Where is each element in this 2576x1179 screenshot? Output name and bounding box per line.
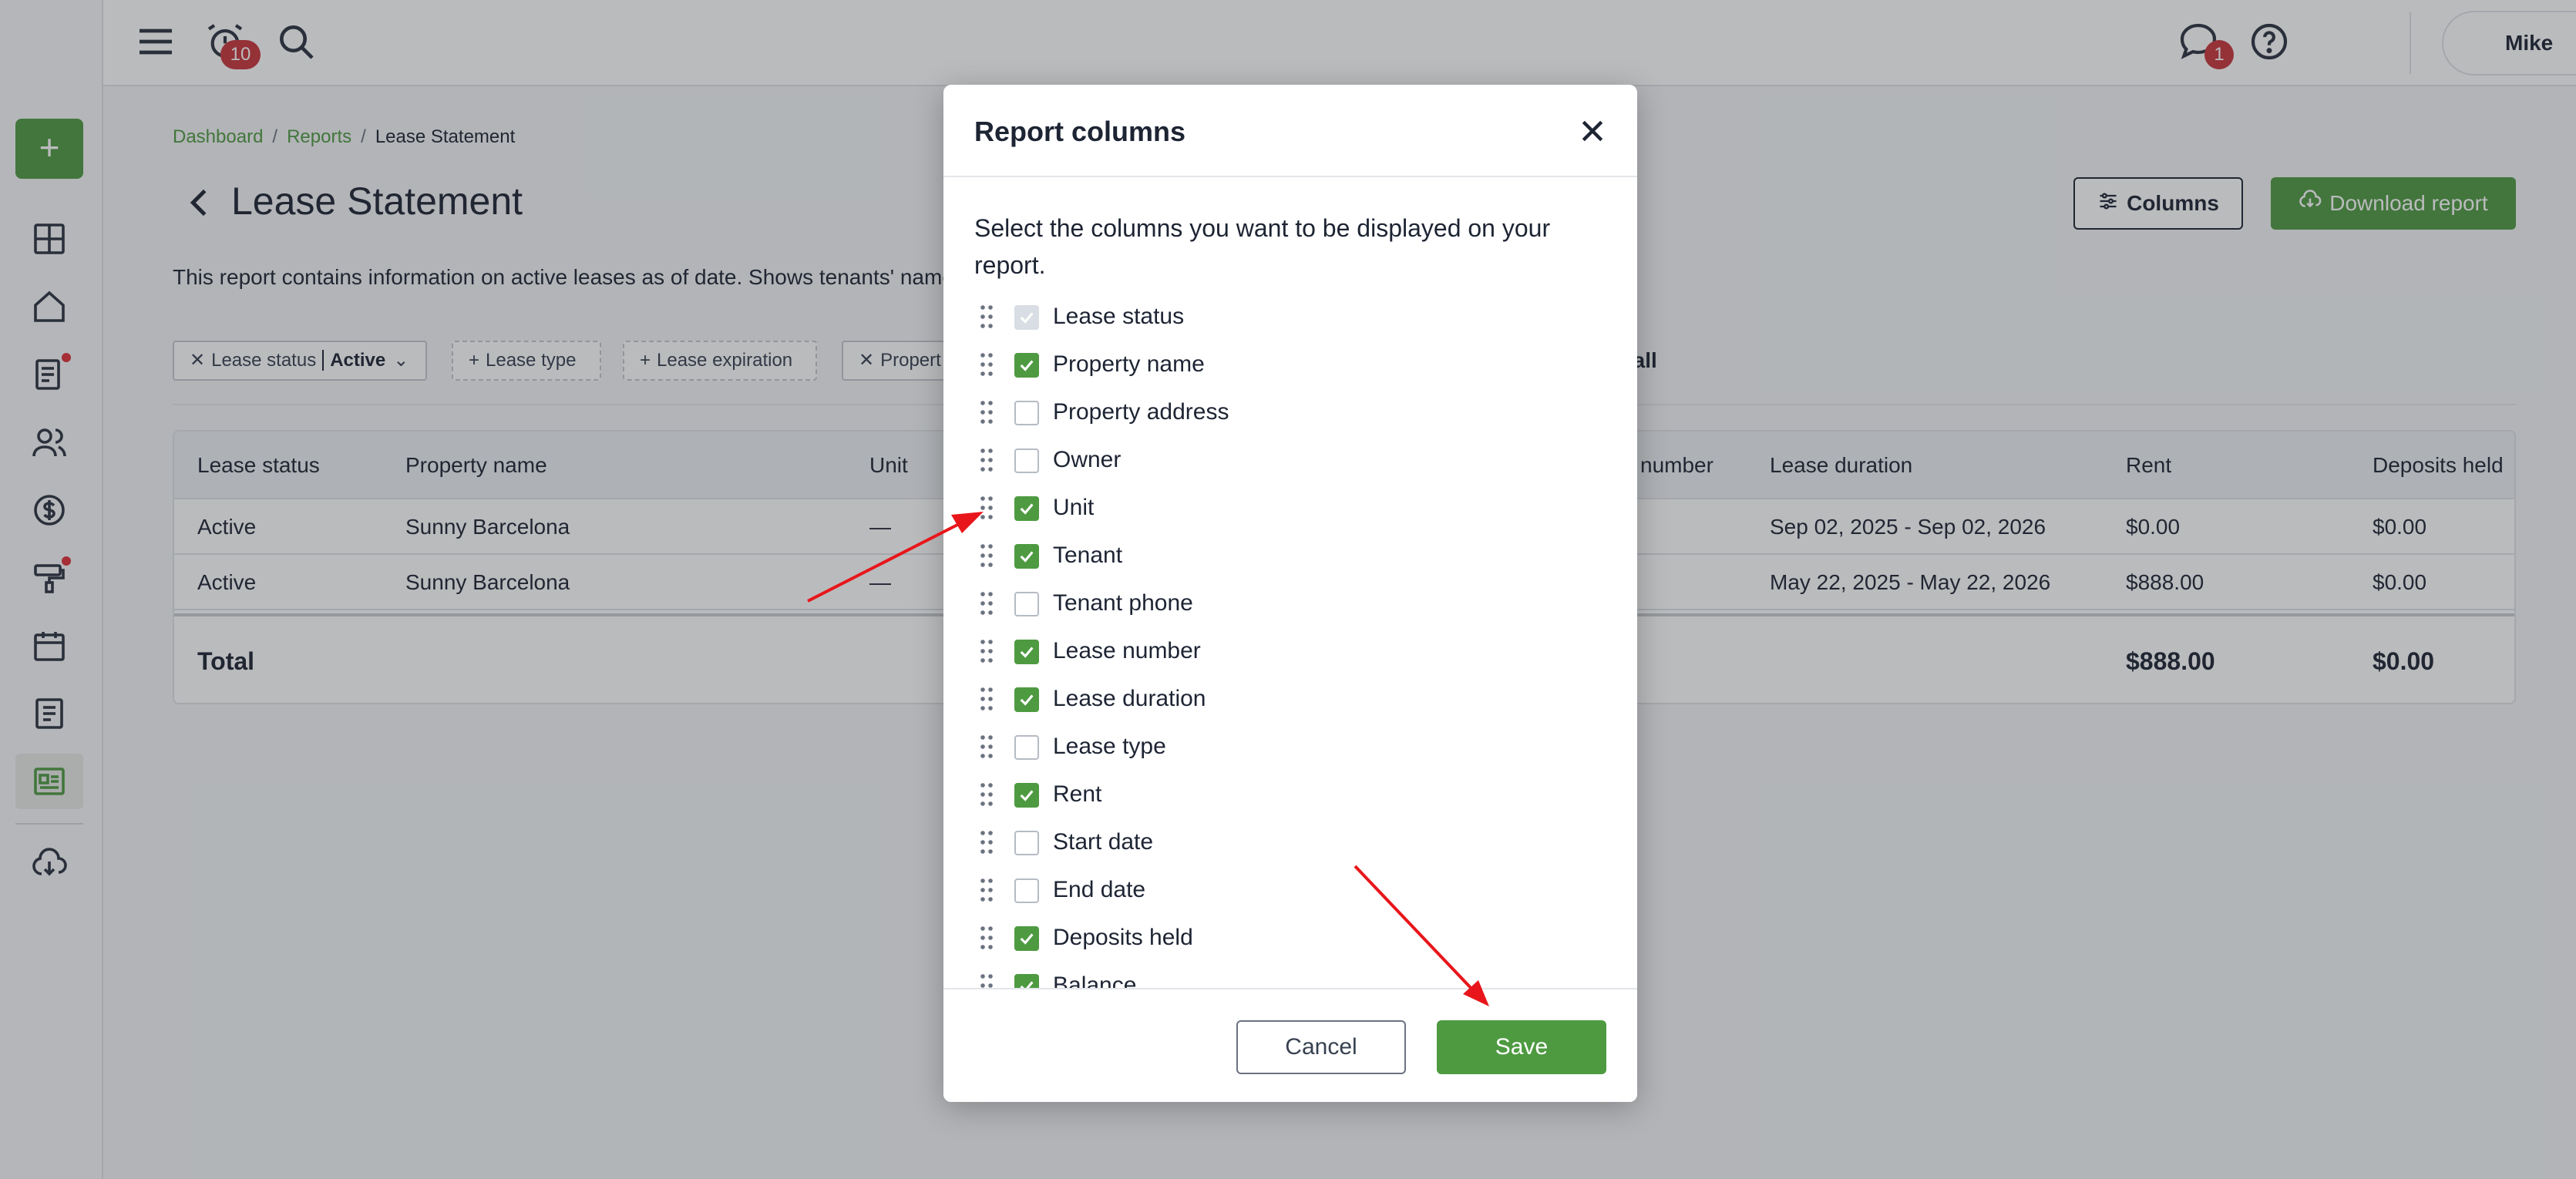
dialog-footer: Cancel Save [943, 988, 1637, 1102]
drag-handle-icon[interactable] [979, 351, 994, 378]
save-button[interactable]: Save [1437, 1020, 1606, 1074]
drag-handle-icon[interactable] [979, 590, 994, 616]
close-icon[interactable] [1577, 116, 1608, 146]
column-label: Rent [1053, 781, 1102, 807]
column-option[interactable]: Lease type [943, 723, 1637, 771]
column-option[interactable]: End date [943, 866, 1637, 914]
column-option[interactable]: Lease status [943, 293, 1637, 341]
column-option[interactable]: Rent [943, 771, 1637, 818]
column-label: Lease duration [1053, 686, 1206, 711]
drag-handle-icon[interactable] [979, 925, 994, 951]
column-option[interactable]: Tenant [943, 532, 1637, 579]
column-checkbox[interactable] [1014, 831, 1039, 855]
drag-handle-icon[interactable] [979, 399, 994, 425]
column-option[interactable]: Lease duration [943, 675, 1637, 723]
column-checkbox[interactable] [1014, 448, 1039, 473]
column-label: Unit [1053, 495, 1095, 520]
drag-handle-icon[interactable] [979, 877, 994, 903]
dialog-title: Report columns [974, 116, 1186, 147]
column-checkbox[interactable] [1014, 401, 1039, 425]
column-option[interactable]: Property name [943, 341, 1637, 388]
column-checkbox[interactable] [1014, 592, 1039, 616]
drag-handle-icon[interactable] [979, 829, 994, 855]
drag-handle-icon[interactable] [979, 781, 994, 808]
column-checkbox[interactable] [1014, 783, 1039, 808]
drag-handle-icon[interactable] [979, 686, 994, 712]
column-option[interactable]: Tenant phone [943, 579, 1637, 627]
column-label: Lease status [1053, 304, 1185, 329]
column-label: Lease type [1053, 734, 1166, 759]
column-label: End date [1053, 877, 1146, 902]
column-option[interactable]: Start date [943, 818, 1637, 866]
drag-handle-icon[interactable] [979, 447, 994, 473]
drag-handle-icon[interactable] [979, 542, 994, 569]
dialog-instruction: Select the columns you want to be displa… [974, 214, 1551, 279]
column-checkbox[interactable] [1014, 544, 1039, 569]
column-label: Lease number [1053, 638, 1201, 663]
column-checkbox[interactable] [1014, 735, 1039, 760]
column-label: Property address [1053, 399, 1229, 425]
report-columns-dialog: Report columns Select the columns you wa… [943, 85, 1637, 1102]
column-checkbox[interactable] [1014, 926, 1039, 951]
column-label: Start date [1053, 829, 1154, 855]
column-checkbox[interactable] [1014, 687, 1039, 712]
column-option[interactable]: Unit [943, 484, 1637, 532]
column-label: Tenant [1053, 542, 1123, 568]
drag-handle-icon[interactable] [979, 304, 994, 330]
column-option[interactable]: Lease number [943, 627, 1637, 675]
column-checkbox[interactable] [1014, 496, 1039, 521]
dialog-header: Report columns [943, 85, 1637, 177]
column-label: Property name [1053, 351, 1205, 377]
column-label: Owner [1053, 447, 1122, 472]
column-checkbox[interactable] [1014, 353, 1039, 378]
drag-handle-icon[interactable] [979, 495, 994, 521]
column-label: Tenant phone [1053, 590, 1193, 616]
drag-handle-icon[interactable] [979, 734, 994, 760]
column-list: Lease status Property name Property addres… [943, 293, 1637, 1071]
column-checkbox [1014, 305, 1039, 330]
column-option[interactable]: Property address [943, 388, 1637, 436]
column-option[interactable]: Owner [943, 436, 1637, 484]
drag-handle-icon[interactable] [979, 638, 994, 664]
column-label: Deposits held [1053, 925, 1193, 950]
column-checkbox[interactable] [1014, 878, 1039, 903]
cancel-button[interactable]: Cancel [1236, 1020, 1406, 1074]
column-checkbox[interactable] [1014, 640, 1039, 664]
column-option[interactable]: Deposits held [943, 914, 1637, 962]
